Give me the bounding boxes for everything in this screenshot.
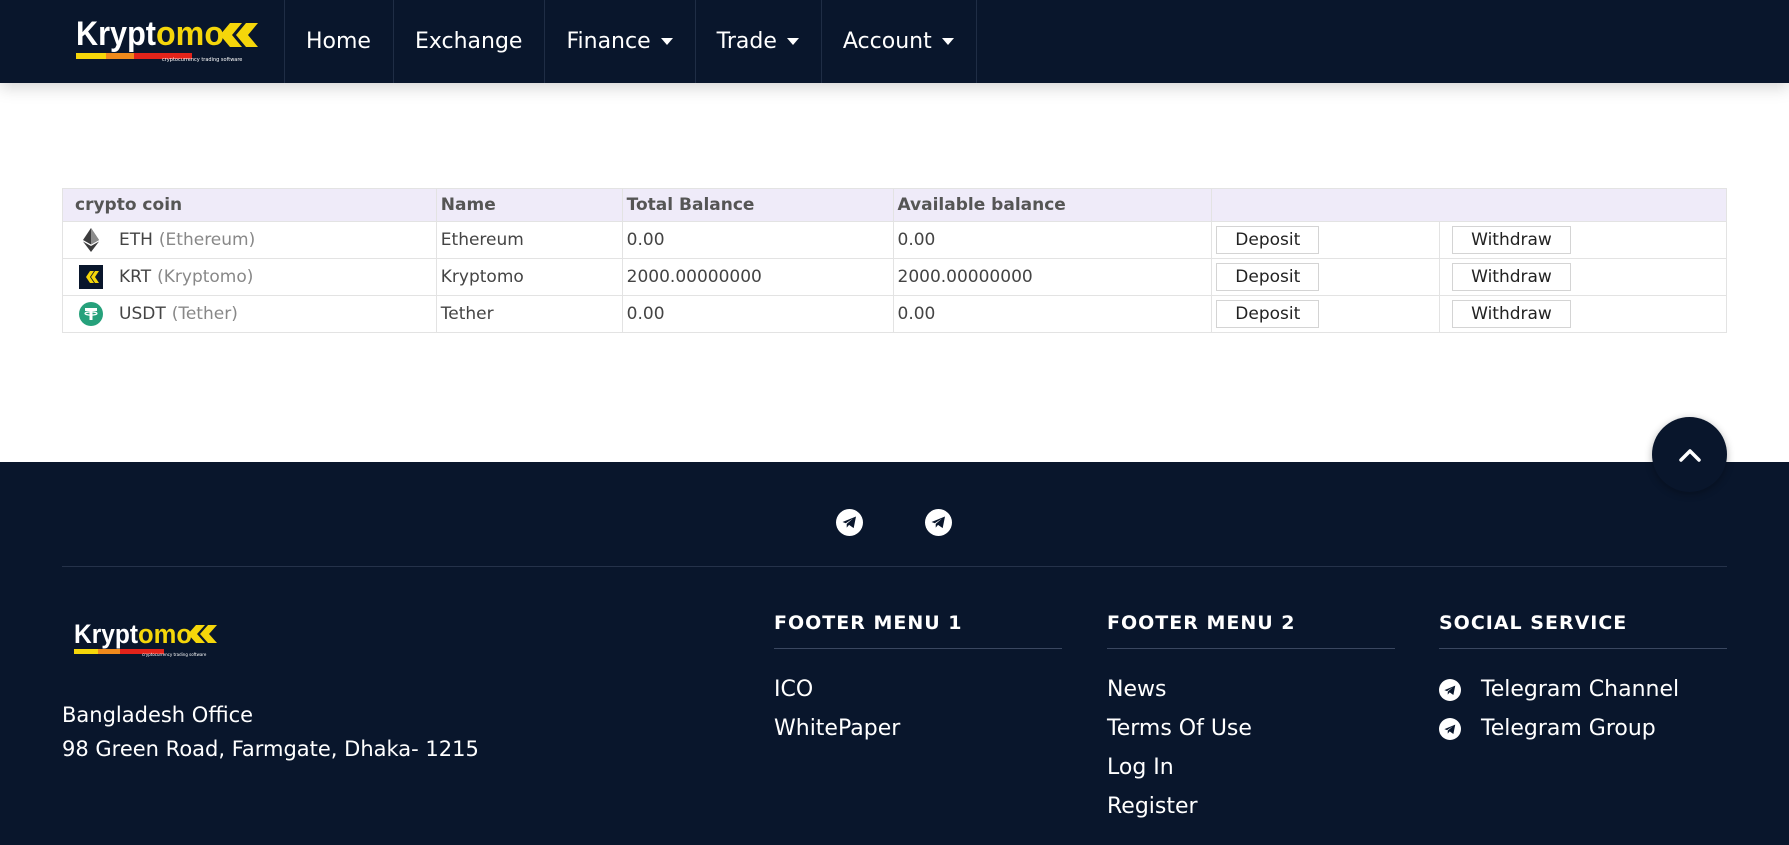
footer-brand-logo[interactable]: Krypt omo cryptocurrency trading softwar…: [72, 617, 222, 662]
name-cell: Kryptomo: [435, 258, 623, 296]
footer-link-register[interactable]: Register: [1107, 796, 1395, 835]
header-total-balance: Total Balance: [621, 188, 894, 222]
name-cell: Ethereum: [435, 221, 623, 259]
name-cell: Tether: [435, 295, 623, 333]
withdraw-button[interactable]: Withdraw: [1452, 263, 1571, 291]
coin-cell: USDT (Tether): [62, 295, 437, 333]
header-available-balance: Available balance: [892, 188, 1213, 222]
main-nav: Home Exchange Finance Trade Account: [284, 0, 977, 83]
site-footer: Krypt omo cryptocurrency trading softwar…: [0, 462, 1789, 845]
header-actions: [1211, 188, 1727, 222]
footer-menu-2-title: FOOTER MENU 2: [1107, 612, 1395, 649]
footer-link-log-in[interactable]: Log In: [1107, 757, 1395, 796]
footer-social-service: SOCIAL SERVICE Telegram Channel Telegram…: [1439, 612, 1727, 757]
footer-link-whitepaper[interactable]: WhitePaper: [774, 718, 1062, 757]
coin-symbol: USDT: [119, 304, 166, 324]
table-row: USDT (Tether) Tether 0.00 0.00 Deposit Wi…: [62, 295, 1727, 333]
tether-icon: [79, 302, 103, 326]
deposit-button[interactable]: Deposit: [1216, 226, 1320, 254]
coin-symbol: ETH: [119, 230, 153, 250]
footer-link-terms-of-use[interactable]: Terms Of Use: [1107, 718, 1395, 757]
header-crypto-coin: crypto coin: [62, 188, 437, 222]
available-balance-cell: 2000.00000000: [892, 258, 1213, 296]
caret-down-icon: [786, 38, 799, 45]
coin-full-name: (Tether): [171, 304, 238, 324]
nav-trade-dropdown[interactable]: Trade: [696, 0, 822, 83]
coin-cell: KRT (Kryptomo): [62, 258, 437, 296]
wallet-balance-table: crypto coin Name Total Balance Available…: [62, 188, 1727, 333]
address-line-2: 98 Green Road, Farmgate, Dhaka- 1215: [62, 737, 479, 761]
footer-menu-1-title: FOOTER MENU 1: [774, 612, 1062, 649]
footer-link-ico[interactable]: ICO: [774, 679, 1062, 718]
ethereum-icon: [79, 228, 103, 252]
deposit-button[interactable]: Deposit: [1216, 300, 1320, 328]
top-navbar: Krypt omo cryptocurrency trading softwar…: [0, 0, 1789, 83]
brand-logo[interactable]: Krypt omo cryptocurrency trading softwar…: [74, 13, 264, 69]
svg-text:omo: omo: [156, 15, 224, 53]
scroll-to-top-button[interactable]: [1652, 417, 1727, 492]
telegram-icon[interactable]: [836, 509, 863, 536]
svg-text:Krypt: Krypt: [76, 15, 156, 53]
caret-down-icon: [941, 38, 954, 45]
telegram-icon: [1439, 679, 1461, 701]
svg-text:cryptocurrency trading softwar: cryptocurrency trading software: [162, 57, 242, 63]
deposit-button[interactable]: Deposit: [1216, 263, 1320, 291]
telegram-icon: [1439, 718, 1461, 740]
table-row: KRT (Kryptomo) Kryptomo 2000.00000000 200…: [62, 258, 1727, 296]
caret-down-icon: [660, 38, 673, 45]
kryptomo-icon: [79, 265, 103, 289]
total-balance-cell: 0.00: [621, 295, 894, 333]
available-balance-cell: 0.00: [892, 295, 1213, 333]
telegram-channel-link[interactable]: Telegram Channel: [1439, 679, 1727, 718]
table-row: ETH (Ethereum) Ethereum 0.00 0.00 Deposit…: [62, 221, 1727, 259]
coin-full-name: (Ethereum): [158, 230, 256, 250]
svg-text:cryptocurrency trading softwar: cryptocurrency trading software: [142, 652, 207, 657]
coin-cell: ETH (Ethereum): [62, 221, 437, 259]
telegram-group-link[interactable]: Telegram Group: [1439, 718, 1727, 757]
footer-divider: [62, 566, 1727, 567]
footer-link-news[interactable]: News: [1107, 679, 1395, 718]
withdraw-button[interactable]: Withdraw: [1452, 226, 1571, 254]
footer-menu-1: FOOTER MENU 1 ICO WhitePaper: [774, 612, 1062, 757]
address-line-1: Bangladesh Office: [62, 703, 254, 727]
nav-exchange[interactable]: Exchange: [394, 0, 546, 83]
chevron-up-icon: [1678, 448, 1701, 462]
office-address: Bangladesh Office 98 Green Road, Farmgat…: [62, 698, 479, 766]
svg-text:Krypt: Krypt: [74, 619, 138, 649]
coin-full-name: (Kryptomo): [157, 267, 254, 287]
available-balance-cell: 0.00: [892, 221, 1213, 259]
nav-home[interactable]: Home: [285, 0, 394, 83]
footer-social-icons: [0, 509, 1789, 537]
svg-text:omo: omo: [138, 619, 192, 649]
telegram-icon[interactable]: [925, 509, 952, 536]
withdraw-button[interactable]: Withdraw: [1452, 300, 1571, 328]
header-name: Name: [435, 188, 623, 222]
total-balance-cell: 2000.00000000: [621, 258, 894, 296]
total-balance-cell: 0.00: [621, 221, 894, 259]
social-service-title: SOCIAL SERVICE: [1439, 612, 1727, 649]
footer-menu-2: FOOTER MENU 2 News Terms Of Use Log In R…: [1107, 612, 1395, 835]
nav-finance-dropdown[interactable]: Finance: [545, 0, 696, 83]
nav-account-dropdown[interactable]: Account: [822, 0, 977, 83]
table-header-row: crypto coin Name Total Balance Available…: [62, 188, 1727, 222]
coin-symbol: KRT: [119, 267, 152, 287]
